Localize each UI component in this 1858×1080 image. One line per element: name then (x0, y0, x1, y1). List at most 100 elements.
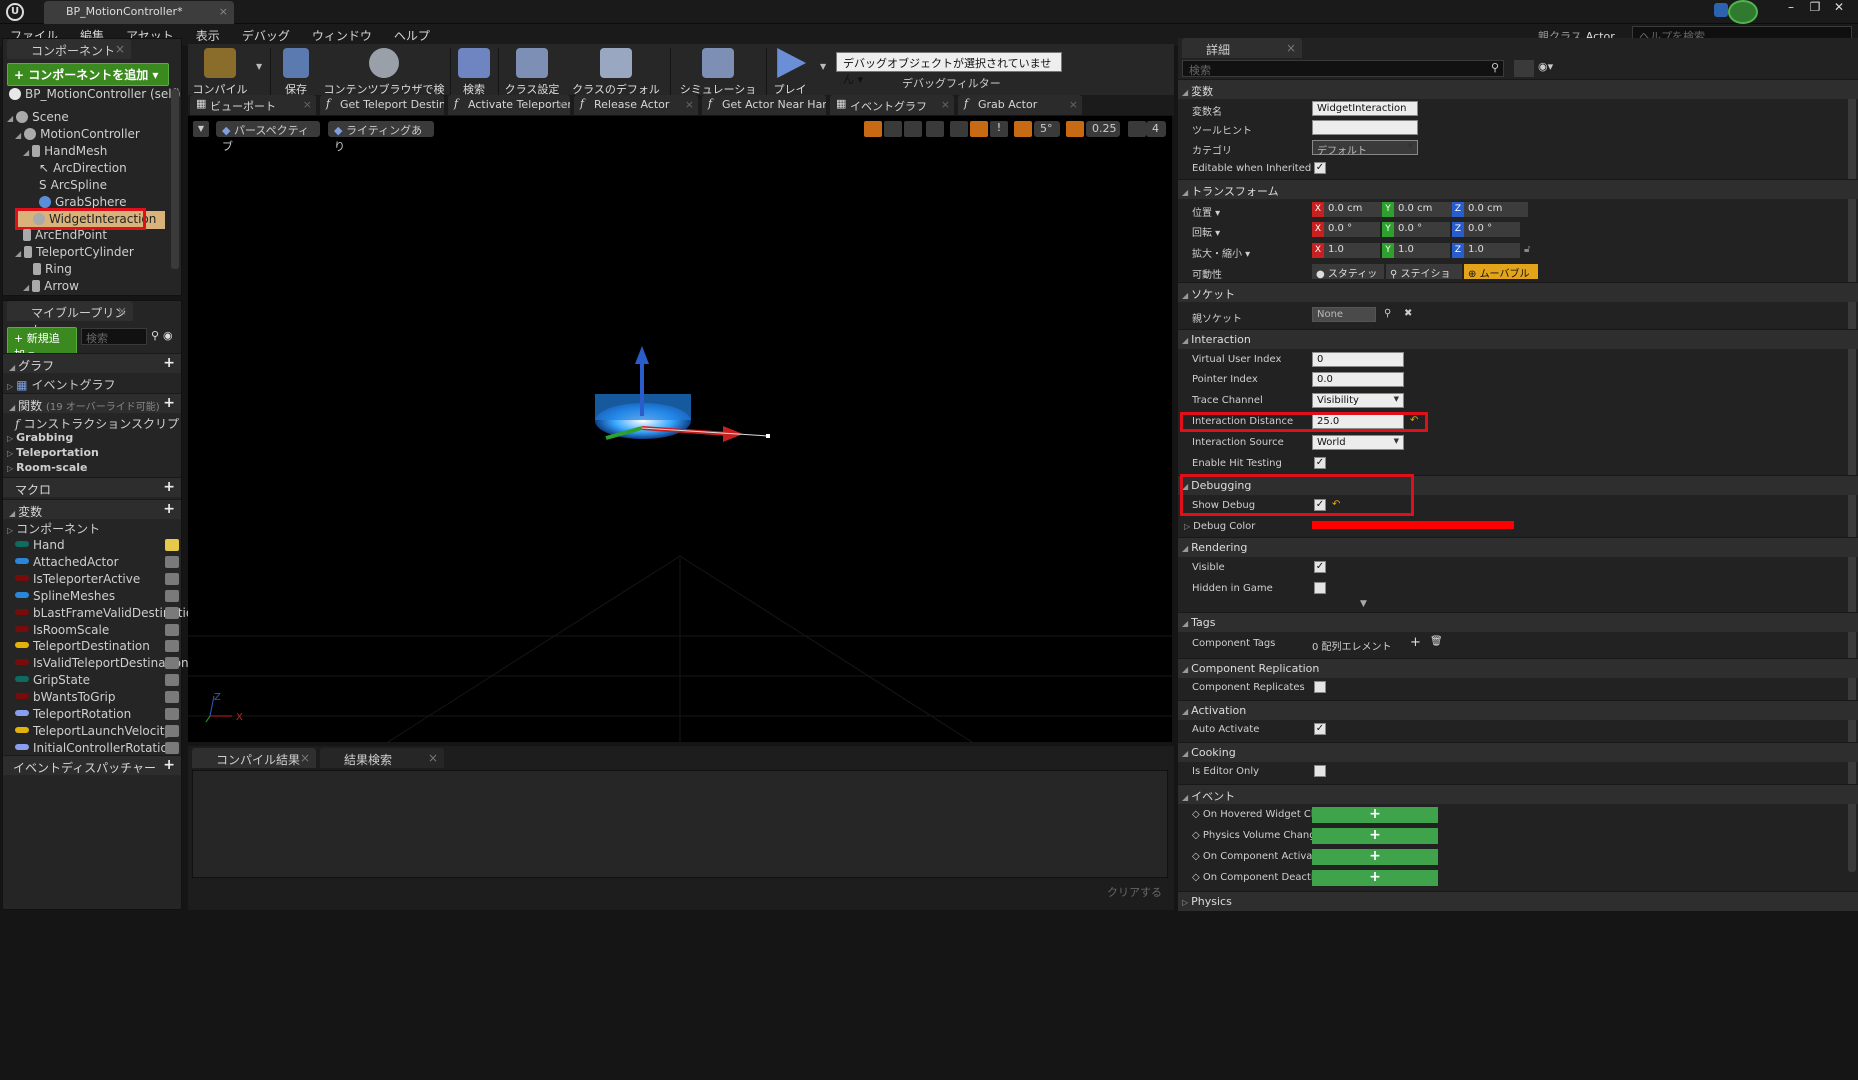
class-defaults-button[interactable]: クラスのデフォルト (568, 48, 664, 112)
tree-item-scene[interactable]: ◢ Scene (7, 110, 69, 124)
class-settings-button[interactable]: クラス設定 (504, 48, 560, 102)
section-socket[interactable]: ◢ ソケット (1178, 282, 1858, 302)
tree-item-motioncontroller[interactable]: ◢ MotionController (15, 127, 140, 141)
eye-closed-icon[interactable] (165, 741, 179, 754)
variable-item[interactable]: IsValidTeleportDestination (15, 656, 189, 670)
variable-item[interactable]: bLastFrameValidDestinatio (15, 606, 193, 620)
eye-closed-icon[interactable] (165, 589, 179, 602)
tree-item-arrow[interactable]: ◢ Arrow (23, 279, 79, 293)
tab-compile-results[interactable]: コンパイル結果 × (192, 748, 316, 768)
minimize-icon[interactable]: – (1780, 0, 1802, 16)
rotation-y-field[interactable]: 0.0 ° (1394, 222, 1450, 237)
find-button[interactable]: 検索 (456, 48, 492, 102)
browse-content-button[interactable]: コンテンツブラウザで検索 (322, 48, 446, 112)
event-graph-item[interactable]: ▷ ▦ イベントグラフ (7, 376, 116, 393)
section-cooking[interactable]: ◢ Cooking (1178, 742, 1858, 762)
virtual-user-index-field[interactable]: 0 (1312, 352, 1404, 367)
tree-item-handmesh[interactable]: ◢ HandMesh (23, 144, 107, 158)
self-item[interactable]: BP_MotionController (self) (9, 87, 181, 101)
hidden-in-game-checkbox[interactable] (1314, 582, 1326, 594)
variable-item[interactable]: SplineMeshes (15, 589, 179, 603)
rotation-dropdown[interactable]: 回転 ▾ (1192, 224, 1220, 239)
grid-snap-icon[interactable] (970, 121, 988, 137)
functions-section[interactable]: ◢ 関数 (19 オーバーライド可能) + (3, 393, 181, 413)
coord-system-icon[interactable] (926, 121, 944, 137)
tab-get-actor-near-hand[interactable]: f Get Actor Near Han (702, 95, 826, 115)
location-x-field[interactable]: 0.0 cm (1324, 202, 1388, 217)
add-element-icon[interactable]: + (1410, 635, 1421, 650)
tab-get-teleport-destination[interactable]: f Get Teleport Destin (320, 95, 444, 115)
eye-closed-icon[interactable] (165, 657, 179, 670)
camera-speed-value[interactable]: 4 (1146, 121, 1166, 137)
clear-button[interactable]: クリアする (1107, 884, 1162, 900)
maximize-icon[interactable]: ❐ (1804, 0, 1826, 16)
variable-item[interactable]: TeleportLaunchVelocity (15, 724, 179, 738)
lighting-button[interactable]: ◆ ライティングあり (328, 121, 434, 153)
camera-speed-icon[interactable] (1128, 121, 1146, 137)
source-control-icon[interactable] (1714, 3, 1728, 17)
tab-find-results[interactable]: 結果検索 × (320, 748, 444, 768)
view-options-icon[interactable]: ◉ (163, 329, 173, 342)
scale-dropdown[interactable]: 拡大・縮小 ▾ (1192, 245, 1250, 260)
tab-grab-actor[interactable]: f Grab Actor × (958, 95, 1082, 115)
compile-options-icon[interactable]: ▼ (256, 62, 262, 71)
replicates-checkbox[interactable] (1314, 681, 1326, 693)
tree-item-arcdirection[interactable]: ↖ ArcDirection (39, 161, 127, 175)
socket-clear-icon[interactable]: ✖ (1404, 308, 1412, 319)
eye-open-icon[interactable] (165, 539, 179, 551)
tab-event-graph[interactable]: ▦ イベントグラフ × (830, 95, 954, 115)
eye-closed-icon[interactable] (165, 674, 179, 687)
play-button[interactable]: プレイ (772, 48, 808, 102)
section-physics[interactable]: ▷ Physics (1178, 891, 1858, 911)
scale-tool-icon[interactable] (904, 121, 922, 137)
viewport[interactable]: X Z ▼ ◆ パースペクティブ ◆ ライティングあり ! 5° 0.25 4 (188, 116, 1172, 742)
scale-snap-value[interactable]: 0.25 (1086, 121, 1120, 137)
blueprint-search-input[interactable]: 検索 (81, 328, 147, 345)
section-tags[interactable]: ◢ Tags (1178, 612, 1858, 632)
scale-snap-icon[interactable] (1066, 121, 1084, 137)
parent-socket-field[interactable]: None (1312, 307, 1376, 322)
trash-icon[interactable]: 🗑︎ (1430, 636, 1443, 647)
components-scrollbar[interactable] (171, 89, 179, 269)
notification-icon[interactable] (1728, 0, 1758, 24)
close-tab-icon[interactable]: × (219, 5, 228, 18)
menu-window[interactable]: ウィンドウ (312, 27, 372, 44)
editable-inherited-checkbox[interactable]: ✓ (1314, 162, 1326, 174)
variable-item[interactable]: IsTeleporterActive (15, 572, 179, 586)
mobility-stationary-button[interactable]: ⚲ ステイショ (1386, 264, 1462, 279)
tab-viewport[interactable]: ▦ ビューポート × (190, 95, 316, 115)
category-grabbing[interactable]: ▷ Grabbing (7, 431, 73, 444)
play-options-icon[interactable]: ▼ (820, 62, 826, 71)
category-room-scale[interactable]: ▷ Room-scale (7, 461, 88, 474)
location-z-field[interactable]: 0.0 cm (1464, 202, 1528, 217)
debug-color-swatch[interactable] (1312, 521, 1514, 529)
eye-closed-icon[interactable] (165, 572, 179, 585)
scale-z-field[interactable]: 1.0 (1464, 243, 1520, 258)
eye-closed-icon[interactable] (165, 555, 179, 568)
lock-icon[interactable]: 🔓︎ (1524, 244, 1530, 255)
variable-item[interactable]: TeleportDestination (15, 639, 179, 653)
macros-section[interactable]: マクロ + (3, 477, 181, 497)
category-select[interactable]: デフォルト (1312, 140, 1418, 157)
menu-debug[interactable]: デバッグ (242, 27, 290, 44)
variable-item[interactable]: InitialControllerRotation (15, 741, 179, 755)
eye-closed-icon[interactable] (165, 708, 179, 720)
tree-item-teleportcylinder[interactable]: ◢ TeleportCylinder (15, 245, 134, 259)
my-blueprint-tab[interactable]: マイブループリント× (7, 301, 133, 337)
rotation-z-field[interactable]: 0.0 ° (1464, 222, 1520, 237)
add-event-button[interactable]: + (1312, 807, 1438, 823)
event-dispatchers-section[interactable]: イベントディスパッチャー + (3, 755, 181, 775)
viewport-options-icon[interactable]: ▼ (193, 121, 209, 137)
add-graph-icon[interactable]: + (163, 355, 175, 371)
eye-closed-icon[interactable] (165, 691, 179, 704)
search-icon[interactable]: ⚲ (151, 329, 159, 342)
variable-item[interactable]: TeleportRotation (15, 707, 179, 721)
section-interaction[interactable]: ◢ Interaction (1178, 329, 1858, 349)
details-search-input[interactable]: 検索 ⚲ (1182, 60, 1504, 77)
menu-help[interactable]: ヘルプ (394, 27, 430, 44)
construction-script-item[interactable]: f コンストラクションスクリプ (15, 415, 179, 432)
pointer-index-field[interactable]: 0.0 (1312, 372, 1404, 387)
menu-view[interactable]: 表示 (196, 27, 220, 44)
debug-object-select[interactable]: デバッグオブジェクトが選択されていません ▾ (836, 52, 1062, 86)
tooltip-field[interactable] (1312, 120, 1418, 135)
